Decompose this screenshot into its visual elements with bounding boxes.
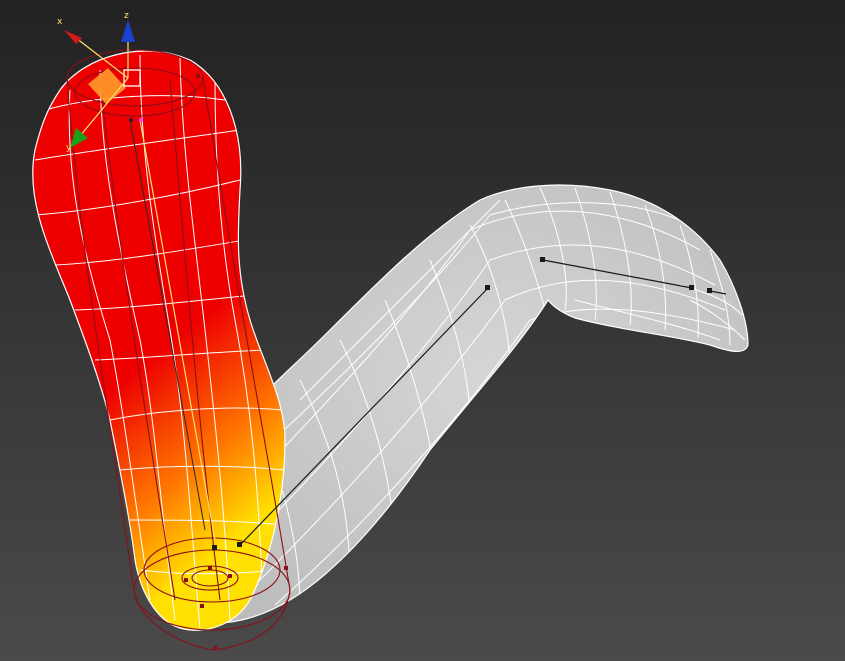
bone-joint-shoulder-base[interactable] [212, 545, 217, 550]
envelope-handle[interactable] [200, 604, 204, 608]
bone-joint-elbow[interactable] [237, 542, 242, 547]
bone-joint-forearm[interactable] [485, 285, 490, 290]
bone-joint-hand[interactable] [689, 285, 694, 290]
envelope-handle[interactable] [213, 646, 217, 650]
gizmo-z-label: z [124, 11, 129, 21]
envelope-handle[interactable] [184, 578, 188, 582]
envelope-handle[interactable] [284, 566, 288, 570]
bone-joint-finger[interactable] [707, 288, 712, 293]
gizmo-y-label: y [66, 143, 72, 153]
3d-viewport[interactable]: x y z [0, 0, 845, 661]
gizmo-pivot [129, 118, 133, 122]
envelope-handle[interactable] [208, 566, 212, 570]
bone-joint-wrist[interactable] [540, 257, 545, 262]
envelope-handle[interactable] [228, 574, 232, 578]
viewport-canvas[interactable]: x y z [0, 0, 845, 661]
gizmo-x-label: x [57, 17, 63, 27]
envelope-handle[interactable] [196, 74, 200, 78]
gizmo-pivot-selected [139, 118, 143, 122]
